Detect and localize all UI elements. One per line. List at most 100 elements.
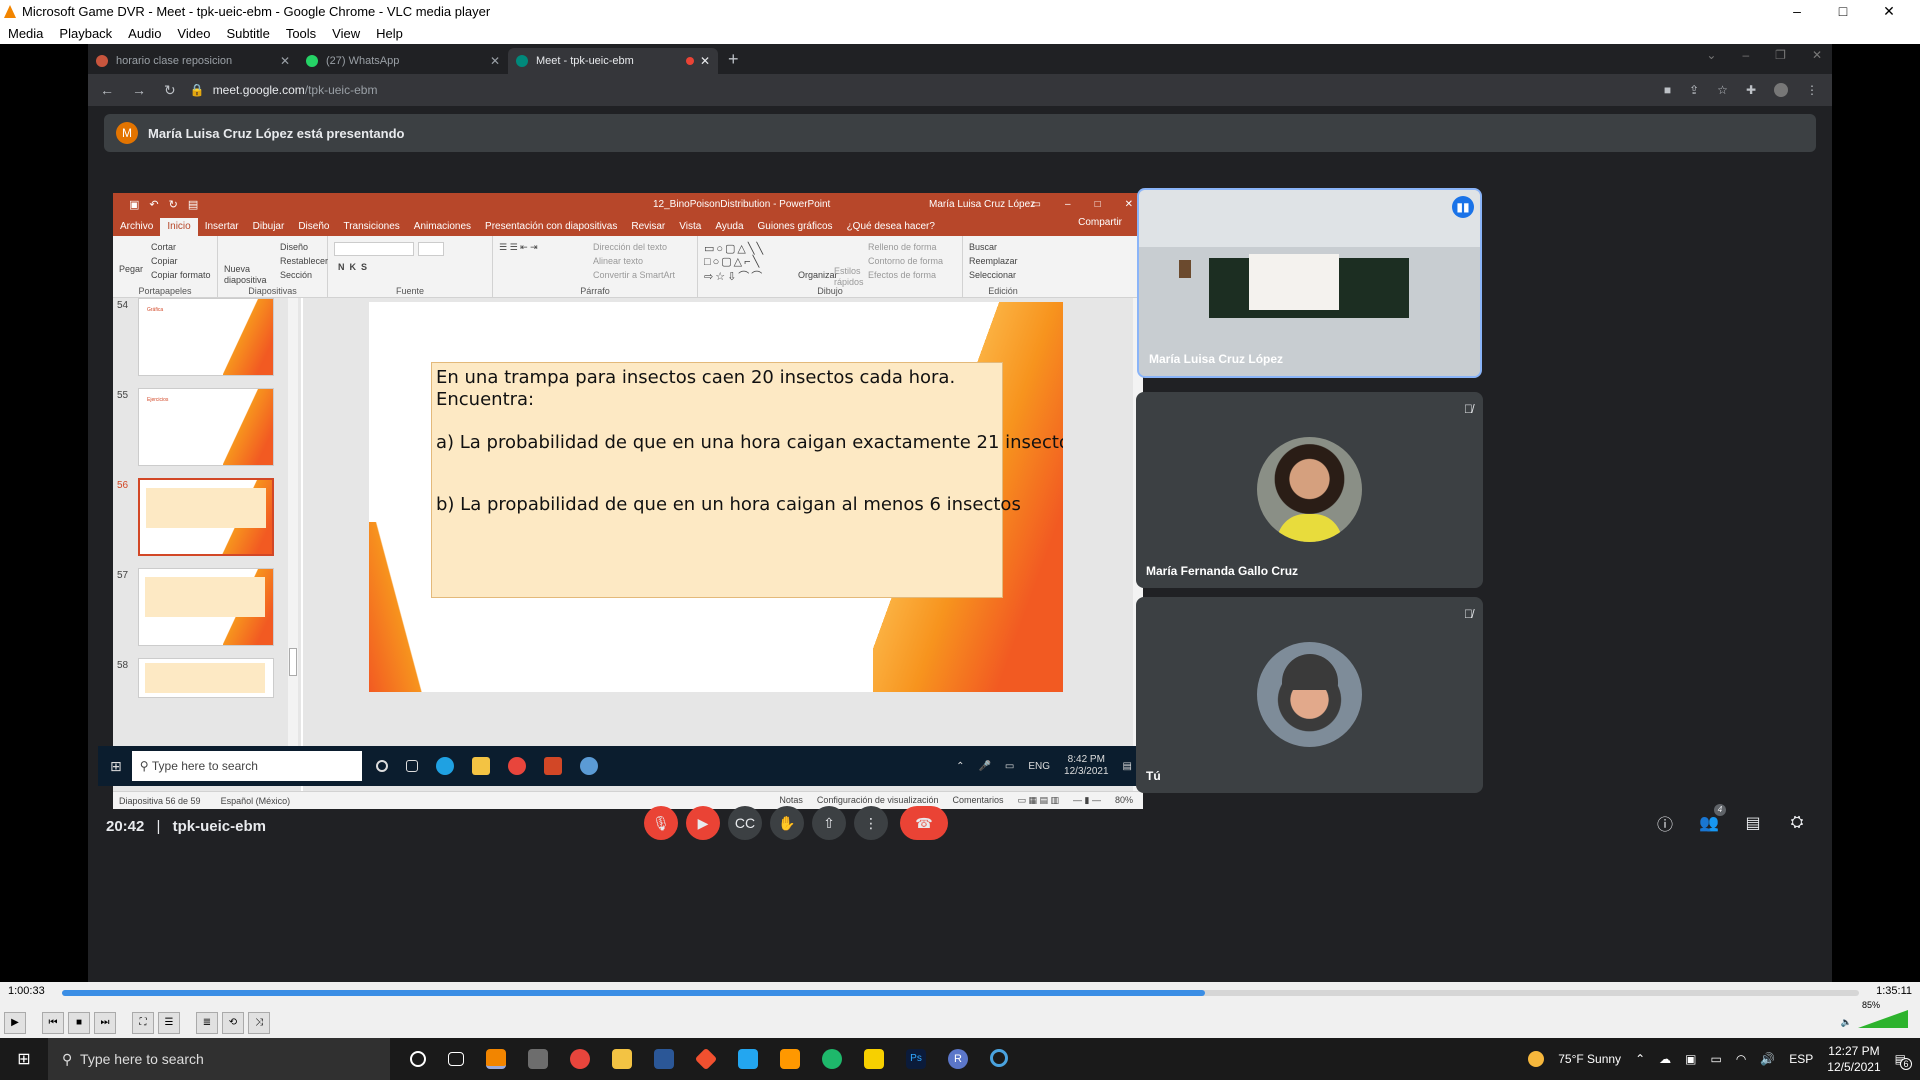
tray-up-icon[interactable]: ⌃ xyxy=(1635,1052,1645,1066)
taskbar-search[interactable]: ⚲ Type here to search xyxy=(48,1038,390,1080)
notifications-icon[interactable]: ▤ 6 xyxy=(1895,1052,1912,1070)
new-slide-button[interactable]: Nueva diapositiva xyxy=(224,264,274,286)
ribbon-tab-vista[interactable]: Vista xyxy=(672,221,708,236)
quick-styles-button[interactable]: Estilos rápidos xyxy=(834,266,864,288)
minimize-button[interactable]: – xyxy=(1774,0,1820,22)
vlc-icon[interactable] xyxy=(486,1049,506,1069)
ppt-maximize-icon[interactable]: □ xyxy=(1095,199,1101,210)
slide-thumbnail[interactable] xyxy=(138,478,274,556)
ribbon-tab-presentacion[interactable]: Presentación con diapositivas xyxy=(478,221,624,236)
language-status[interactable]: Español (México) xyxy=(221,796,291,806)
close-button[interactable]: ✕ xyxy=(1866,0,1912,22)
camera-toggle-button[interactable]: ▶ xyxy=(686,806,720,840)
maximize-button[interactable]: □ xyxy=(1820,0,1866,22)
task-view-icon[interactable] xyxy=(448,1052,464,1066)
tray-app-icon[interactable]: ▣ xyxy=(1685,1052,1696,1066)
meeting-details-icon[interactable]: ⓘ xyxy=(1652,806,1678,840)
save-icon[interactable]: ▣ xyxy=(129,198,139,211)
ribbon-tab-ayuda[interactable]: Ayuda xyxy=(708,221,750,236)
chrome-restore-icon[interactable]: ❐ xyxy=(1775,48,1786,62)
shuffle-button[interactable]: ⤨ xyxy=(248,1012,270,1034)
participant-tile-self[interactable]: 🎙̸ Tú xyxy=(1136,597,1483,793)
shape-effects-button[interactable]: Efectos de forma xyxy=(868,270,936,280)
fullscreen-button[interactable]: ⛶ xyxy=(132,1012,154,1034)
game-dvr-icon[interactable] xyxy=(528,1049,548,1069)
present-icon[interactable]: ▤ xyxy=(188,198,198,211)
undo-icon[interactable]: ↶ xyxy=(149,198,158,211)
participant-tile[interactable]: 🎙̸ María Fernanda Gallo Cruz xyxy=(1136,392,1483,588)
menu-view[interactable]: View xyxy=(332,26,360,41)
bold-icon[interactable]: N K S xyxy=(338,262,367,272)
sync-app-icon[interactable] xyxy=(990,1049,1008,1067)
url-field[interactable]: meet.google.com/tpk-ueic-ebm xyxy=(213,83,378,97)
raise-hand-button[interactable]: ✋ xyxy=(770,806,804,840)
ribbon-tab-animaciones[interactable]: Animaciones xyxy=(407,221,478,236)
display-settings-button[interactable]: Configuración de visualización xyxy=(817,795,939,806)
slide-thumbnail[interactable]: Gráfica xyxy=(138,298,274,376)
ribbon-tab-transiciones[interactable]: Transiciones xyxy=(336,221,406,236)
font-family-select[interactable] xyxy=(334,242,414,256)
slide-text-box[interactable]: En una trampa para insectos caen 20 inse… xyxy=(431,362,1063,598)
ribbon-tab-inicio[interactable]: Inicio xyxy=(160,218,198,236)
slide-thumbnail[interactable] xyxy=(138,568,274,646)
chrome-icon[interactable] xyxy=(570,1049,590,1069)
menu-audio[interactable]: Audio xyxy=(128,26,161,41)
chat-icon[interactable]: ▤ xyxy=(1740,806,1766,840)
next-button[interactable]: ⏭ xyxy=(94,1012,116,1034)
redo-icon[interactable]: ↻ xyxy=(169,198,178,211)
reload-icon[interactable]: ↻ xyxy=(164,82,176,99)
ppt-minimize-icon[interactable]: – xyxy=(1065,199,1071,210)
language-indicator[interactable]: ESP xyxy=(1789,1052,1813,1066)
menu-help[interactable]: Help xyxy=(376,26,403,41)
share-icon[interactable]: ⇪ xyxy=(1689,83,1699,97)
present-now-button[interactable]: ⇧ xyxy=(812,806,846,840)
volume-control[interactable]: 🔈 85% xyxy=(1841,1000,1908,1028)
close-tab-icon[interactable]: ✕ xyxy=(700,54,710,68)
extensions-icon[interactable]: ✚ xyxy=(1746,83,1756,97)
font-size-select[interactable] xyxy=(418,242,444,256)
ribbon-tab-archivo[interactable]: Archivo xyxy=(113,221,160,236)
file-explorer-icon[interactable] xyxy=(612,1049,632,1069)
loop-button[interactable]: ⟲ xyxy=(222,1012,244,1034)
onedrive-icon[interactable]: ☁ xyxy=(1659,1052,1671,1066)
participant-tile-presenter[interactable]: ▮▮ María Luisa Cruz López xyxy=(1137,188,1482,378)
back-icon[interactable]: ← xyxy=(100,82,114,99)
chrome-minimize-icon[interactable]: – xyxy=(1742,48,1749,62)
notes-button[interactable]: Notas xyxy=(779,795,803,806)
reset-button[interactable]: Restablecer xyxy=(280,256,328,266)
zoom-level[interactable]: 80% xyxy=(1115,795,1133,806)
ribbon-display-icon[interactable]: ▭ xyxy=(1032,199,1041,210)
ribbon-tab-guiones[interactable]: Guiones gráficos xyxy=(751,221,840,236)
stop-button[interactable]: ■ xyxy=(68,1012,90,1034)
profile-avatar-icon[interactable] xyxy=(1774,83,1788,97)
camera-icon[interactable]: ■ xyxy=(1664,83,1671,97)
seek-bar[interactable] xyxy=(62,990,1859,996)
people-icon[interactable]: 👥 4 xyxy=(1696,804,1726,840)
wifi-icon[interactable]: ◠ xyxy=(1736,1052,1746,1066)
captions-button[interactable]: CC xyxy=(728,806,762,840)
ribbon-tab-dibujar[interactable]: Dibujar xyxy=(246,221,292,236)
previous-button[interactable]: ⏮ xyxy=(42,1012,64,1034)
speaker-icon[interactable]: 🔈 xyxy=(1841,1017,1852,1028)
sublime-icon[interactable] xyxy=(780,1049,800,1069)
app-green-icon[interactable] xyxy=(822,1049,842,1069)
tab-whatsapp[interactable]: (27) WhatsApp ✕ xyxy=(298,48,508,74)
ribbon-tab-revisar[interactable]: Revisar xyxy=(624,221,672,236)
start-button[interactable]: ⊞ xyxy=(0,1049,48,1069)
close-tab-icon[interactable]: ✕ xyxy=(280,54,290,68)
ppt-share-button[interactable]: Compartir xyxy=(1071,217,1129,232)
leave-call-button[interactable]: ☎ xyxy=(900,806,948,840)
find-button[interactable]: Buscar xyxy=(969,242,997,252)
extended-settings-button[interactable]: ☰ xyxy=(158,1012,180,1034)
chrome-menu-icon[interactable]: ⋮ xyxy=(1806,83,1818,97)
slide-thumbnail[interactable]: Ejercicios xyxy=(138,388,274,466)
tab-meet[interactable]: Meet - tpk-ueic-ebm ✕ xyxy=(508,48,718,74)
powershell-icon[interactable] xyxy=(654,1049,674,1069)
cut-button[interactable]: Cortar xyxy=(151,242,176,252)
shape-fill-button[interactable]: Relleno de forma xyxy=(868,242,937,252)
thumbnail-scrollbar[interactable] xyxy=(288,298,298,786)
shape-outline-button[interactable]: Contorno de forma xyxy=(868,256,943,266)
copy-button[interactable]: Copiar xyxy=(151,256,178,266)
paste-button[interactable]: Pegar xyxy=(119,264,143,274)
comments-button[interactable]: Comentarios xyxy=(952,795,1003,806)
